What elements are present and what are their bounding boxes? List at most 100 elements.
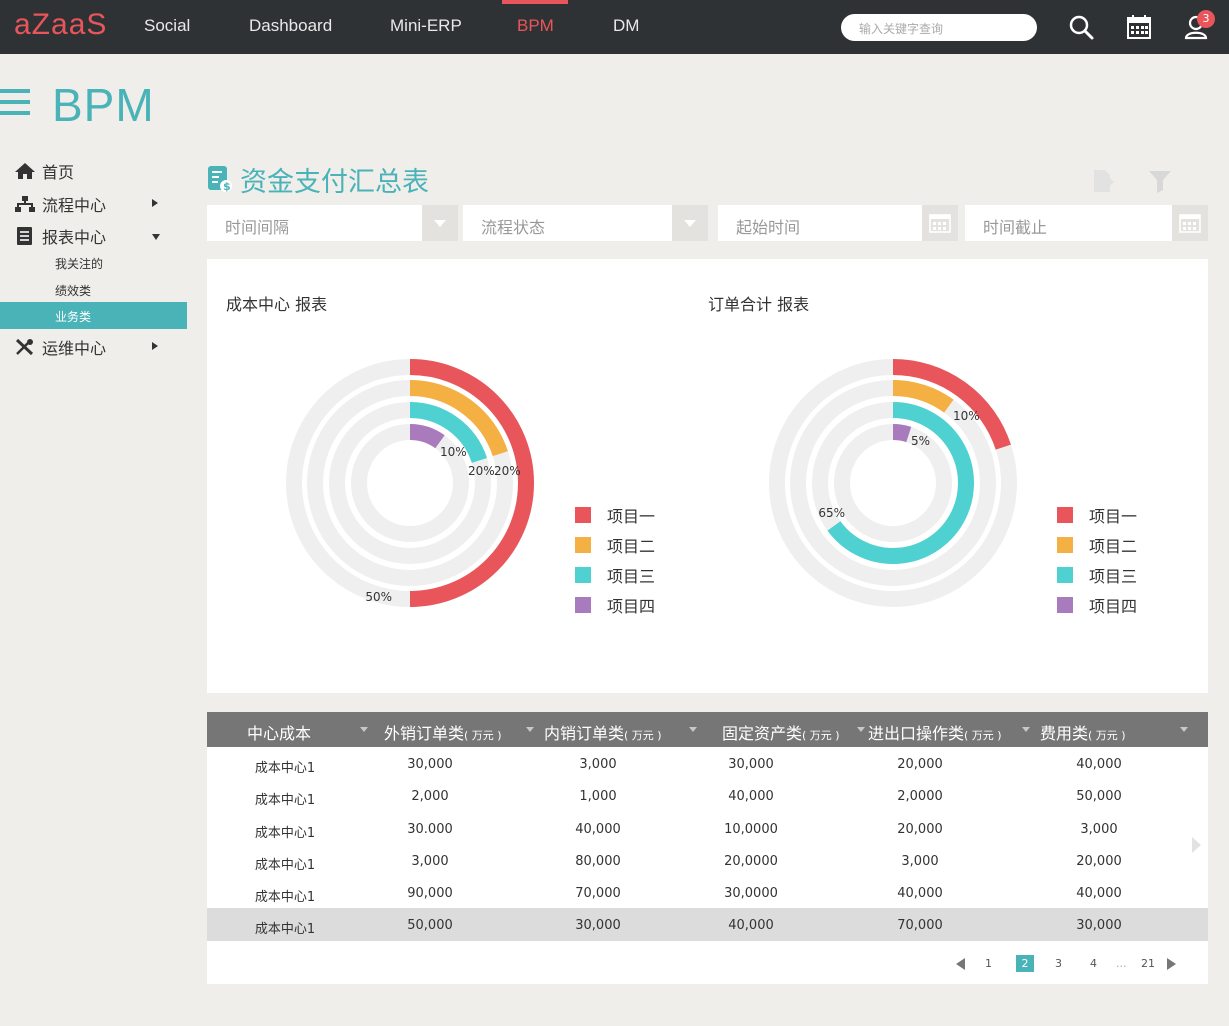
charts-panel: 成本中心 报表 订单合计 报表 50% 20% 20% 10% 10% 65% 5% 项目… (207, 259, 1208, 693)
sidebar-item-ops-center[interactable]: 运维中心 (14, 335, 106, 359)
app-logo[interactable]: aZaaS (14, 8, 107, 42)
column-unit: ( 万元 ) (964, 729, 1002, 742)
data-label: 20% (468, 464, 495, 478)
page-link-current[interactable]: 2 (1016, 955, 1034, 972)
calendar-icon (929, 214, 951, 233)
search-input[interactable]: 输入关键字查询 (841, 14, 1037, 41)
column-header[interactable]: 进出口操作类( 万元 ) (868, 720, 1002, 744)
table-cell: 20,000 (1076, 854, 1122, 869)
legend-item[interactable]: 项目三 (575, 563, 655, 587)
nav-bpm[interactable]: BPM (517, 16, 554, 36)
legend-item[interactable]: 项目一 (575, 503, 655, 527)
sort-arrow-icon[interactable] (857, 727, 865, 732)
end-date-field[interactable]: 时间截止 (965, 205, 1172, 241)
table-row[interactable]: 成本中心1 30.000 40,000 10,0000 20,000 3,000 (207, 812, 1208, 845)
table-cell: 50,000 (407, 918, 453, 933)
legend-item[interactable]: 项目二 (575, 533, 655, 557)
sitemap-icon (15, 196, 35, 212)
legend-item[interactable]: 项目三 (1057, 563, 1137, 587)
expand-arrow-icon[interactable] (152, 199, 158, 207)
data-label: 50% (365, 590, 392, 604)
column-header[interactable]: 固定资产类( 万元 ) (722, 720, 840, 744)
table-cell: 成本中心1 (254, 922, 316, 937)
nav-active-indicator (502, 0, 568, 4)
start-date-calendar-button[interactable] (922, 205, 958, 241)
radial-chart-orders: 10% 65% 5% (769, 359, 1017, 607)
expand-arrow-icon[interactable] (152, 342, 158, 350)
sidebar-subitem-business[interactable]: 业务类 (0, 302, 187, 329)
sidebar-item-home[interactable]: 首页 (14, 159, 74, 183)
interval-dropdown-button[interactable] (422, 205, 458, 241)
page-link[interactable]: 1 (985, 957, 992, 970)
sort-arrow-icon[interactable] (1022, 727, 1030, 732)
column-header[interactable]: 内销订单类( 万元 ) (544, 720, 662, 744)
sidebar-subitem-performance[interactable]: 绩效类 (55, 282, 91, 299)
sidebar-item-process-center[interactable]: 流程中心 (14, 192, 106, 216)
column-header[interactable]: 费用类( 万元 ) (1040, 720, 1126, 744)
start-date-field[interactable]: 起始时间 (718, 205, 922, 241)
nav-dm[interactable]: DM (613, 16, 639, 36)
table-row[interactable]: 成本中心1 50,000 30,000 40,000 70,000 30,000 (207, 908, 1208, 941)
end-date-calendar-button[interactable] (1172, 205, 1208, 241)
page-link[interactable]: 4 (1090, 957, 1097, 970)
column-header[interactable]: 外销订单类( 万元 ) (384, 720, 502, 744)
nav-mini-erp[interactable]: Mini-ERP (390, 16, 462, 36)
filter-icon[interactable] (1148, 168, 1172, 196)
scroll-right-icon[interactable] (1192, 837, 1201, 853)
ring-arc-4[interactable] (409, 424, 445, 449)
radial-chart-cost-center: 50%20%20%10% (286, 359, 534, 607)
data-label: 65% (818, 506, 845, 520)
table-row[interactable]: 成本中心1 2,000 1,000 40,000 2,0000 50,000 (207, 779, 1208, 812)
table-header: 中心成本 外销订单类( 万元 ) 内销订单类( 万元 ) 固定资产类( 万元 )… (207, 712, 1208, 747)
table-cell: 3,000 (579, 757, 617, 772)
legend-swatch (575, 597, 591, 613)
tools-icon (15, 338, 34, 356)
table-body: 成本中心1 30,000 3,000 30,000 20,000 40,000 成本中心1 2… (207, 747, 1208, 984)
table-cell: 成本中心1 (254, 890, 316, 905)
table-cell: 40,000 (897, 886, 943, 901)
sort-arrow-icon[interactable] (526, 727, 534, 732)
sidebar-item-report-center[interactable]: 报表中心 (14, 224, 106, 248)
table-cell: 3,000 (1080, 822, 1118, 837)
table-cell: 20,000 (897, 757, 943, 772)
column-header[interactable]: 中心成本 (247, 720, 311, 744)
menu-toggle-icon[interactable] (0, 89, 30, 117)
collapse-arrow-icon[interactable] (152, 234, 160, 240)
sort-arrow-icon[interactable] (689, 727, 697, 732)
table-row[interactable]: 成本中心1 90,000 70,000 30,0000 40,000 40,000 (207, 876, 1208, 909)
legend-item[interactable]: 项目二 (1057, 533, 1137, 557)
prev-page-icon[interactable] (956, 958, 965, 970)
table-row[interactable]: 成本中心1 3,000 80,000 20,0000 3,000 20,000 (207, 844, 1208, 877)
legend-label: 项目三 (1089, 567, 1138, 586)
legend-item[interactable]: 项目四 (1057, 593, 1137, 617)
page-ellipsis: ... (1116, 957, 1127, 970)
column-header-label: 外销订单类 (384, 724, 465, 743)
legend-item[interactable]: 项目四 (575, 593, 655, 617)
column-header-label: 进出口操作类 (868, 724, 965, 743)
table-cell: 成本中心1 (254, 826, 316, 841)
nav-dashboard[interactable]: Dashboard (249, 16, 332, 36)
table-cell: 40,000 (575, 822, 621, 837)
status-dropdown-button[interactable] (672, 205, 708, 241)
export-icon[interactable] (1092, 168, 1114, 196)
page-link[interactable]: 3 (1055, 957, 1062, 970)
table-cell: 80,000 (575, 854, 621, 869)
table-cell: 1,000 (579, 789, 617, 804)
table-cell: 成本中心1 (254, 761, 316, 776)
sidebar-subitem-followed[interactable]: 我关注的 (55, 255, 103, 272)
table-cell: 30,000 (575, 918, 621, 933)
legend-item[interactable]: 项目一 (1057, 503, 1137, 527)
table-cell: 20,0000 (724, 854, 778, 869)
table-cell: 成本中心1 (254, 858, 316, 873)
ring-arc-4[interactable] (892, 424, 912, 443)
table-row[interactable]: 成本中心1 30,000 3,000 30,000 20,000 40,000 (207, 747, 1208, 780)
calendar-icon[interactable] (1125, 13, 1153, 41)
status-select[interactable]: 流程状态 (463, 205, 672, 241)
next-page-icon[interactable] (1167, 958, 1176, 970)
sort-arrow-icon[interactable] (360, 727, 368, 732)
search-icon[interactable] (1067, 13, 1095, 41)
sort-arrow-icon[interactable] (1180, 727, 1188, 732)
interval-select[interactable]: 时间间隔 (207, 205, 422, 241)
nav-social[interactable]: Social (144, 16, 190, 36)
page-link[interactable]: 21 (1141, 957, 1155, 970)
